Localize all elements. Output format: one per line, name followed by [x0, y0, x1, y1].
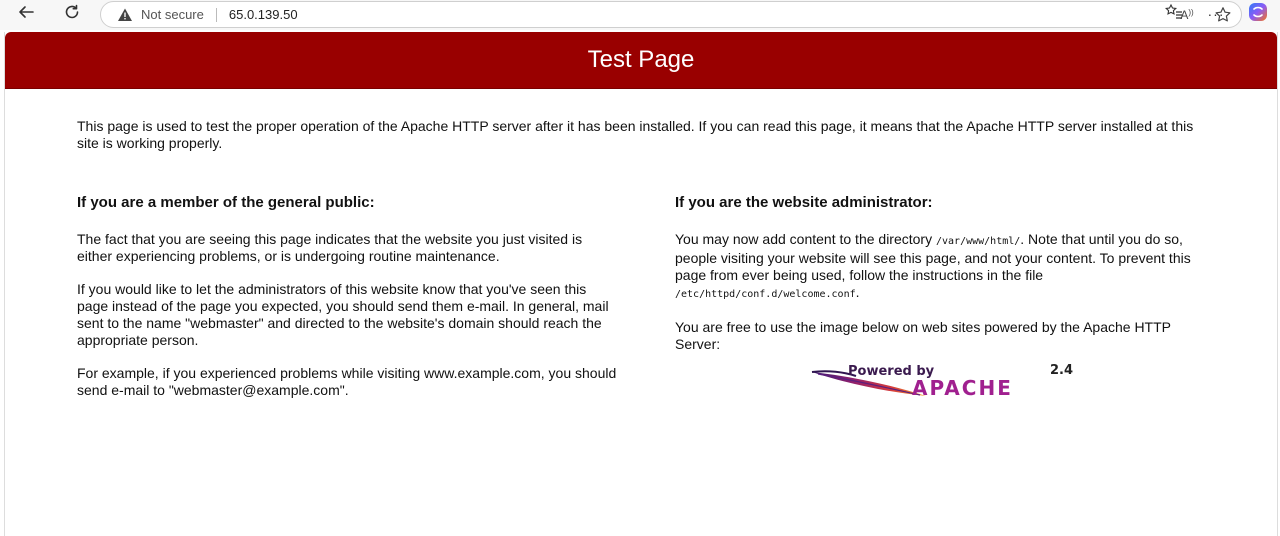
copilot-button[interactable]: [1244, 0, 1272, 28]
admin-text-a: You may now add content to the directory: [675, 231, 936, 247]
title-banner: Test Page: [5, 32, 1277, 89]
admin-heading: If you are the website administrator:: [675, 194, 933, 211]
content-directory-path: /var/www/html/: [935, 236, 1021, 247]
favorites-button[interactable]: [1160, 0, 1188, 28]
public-paragraph-1: The fact that you are seeing this page i…: [77, 231, 583, 264]
url-text[interactable]: 65.0.139.50: [229, 7, 298, 22]
security-status-label[interactable]: Not secure: [141, 7, 204, 22]
public-paragraph-3: For example, if you experienced problems…: [77, 365, 617, 398]
browser-toolbar: Not secure 65.0.139.50 A)) ···: [0, 0, 1280, 30]
refresh-button[interactable]: [58, 0, 86, 28]
warning-icon[interactable]: [117, 7, 133, 23]
welcome-conf-path: /etc/httpd/conf.d/welcome.conf: [675, 289, 856, 300]
public-section: If you are a member of the general publi…: [77, 194, 617, 415]
favorites-list-icon: [1164, 3, 1183, 26]
web-page: Test Page This page is used to test the …: [4, 32, 1278, 536]
admin-paragraph-2: You are free to use the image below on w…: [675, 319, 1171, 352]
address-bar[interactable]: Not secure 65.0.139.50 A)): [100, 1, 1242, 28]
address-separator: [215, 7, 217, 22]
admin-text-c: .: [855, 284, 860, 300]
copilot-icon: [1247, 1, 1269, 28]
back-button[interactable]: [12, 0, 40, 28]
apache-version: 2.4: [1050, 363, 1074, 378]
more-options-button[interactable]: ···: [1202, 0, 1230, 28]
powered-by-apache-badge: Powered by APACHE 2.4: [808, 362, 1078, 402]
refresh-icon: [63, 3, 81, 26]
intro-paragraph: This page is used to test the proper ope…: [77, 118, 1194, 151]
admin-section: If you are the website administrator: Yo…: [675, 194, 1215, 369]
more-dots-icon: ···: [1207, 6, 1225, 22]
public-heading: If you are a member of the general publi…: [77, 194, 375, 211]
admin-paragraph-1: You may now add content to the directory…: [675, 231, 1215, 303]
back-arrow-icon: [17, 3, 35, 26]
public-paragraph-2: If you would like to let the administrat…: [77, 281, 609, 348]
apache-wordmark: APACHE: [912, 376, 1013, 400]
page-title: Test Page: [587, 46, 695, 73]
